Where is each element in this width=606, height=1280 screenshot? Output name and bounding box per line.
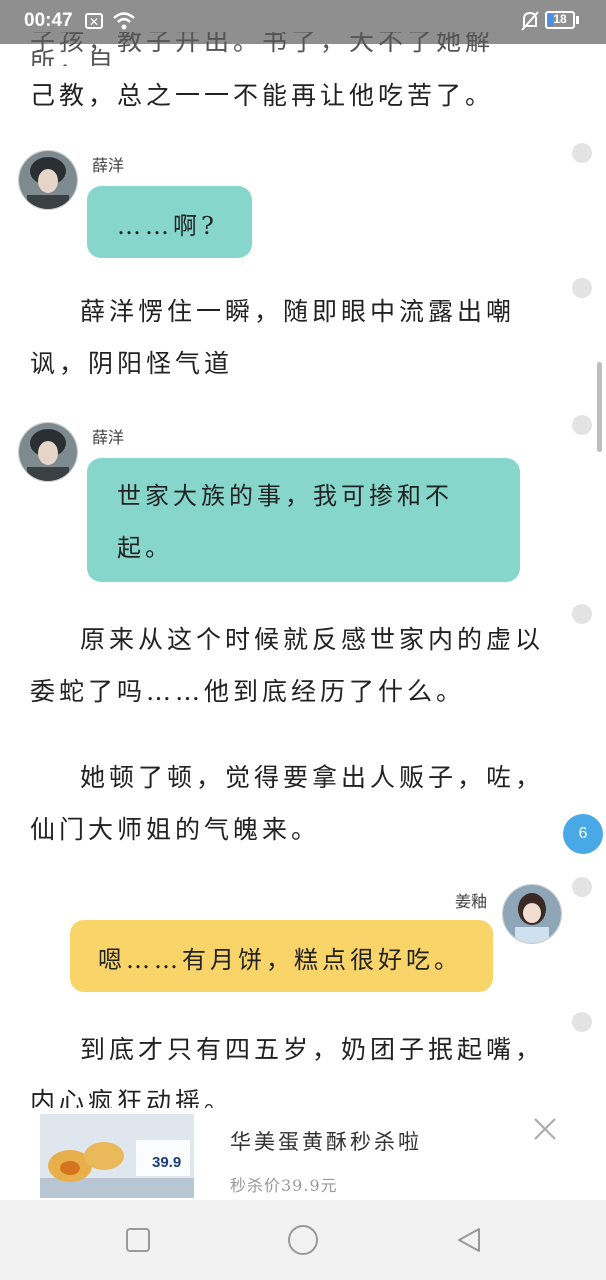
- page-badge[interactable]: 6: [563, 814, 603, 854]
- status-time: 00:47: [24, 10, 73, 31]
- avatar-image: [19, 423, 77, 481]
- message-3-bubble: 嗯……有月饼，糕点很好吃。: [70, 920, 493, 992]
- paragraph-0-line1: 子孩，教子开出。书了，大不了她解所，自: [30, 32, 495, 66]
- message-2-speaker: 薛洋: [92, 428, 125, 447]
- comment-dot[interactable]: [572, 278, 592, 298]
- message-2-text: 世家大族的事，我可掺和不起。: [117, 482, 453, 562]
- bell-muted-icon: [521, 11, 539, 31]
- message-1-speaker: 薛洋: [92, 156, 125, 175]
- message-3-speaker: 姜釉: [455, 892, 488, 911]
- notification-x-icon: ✕: [85, 13, 103, 29]
- home-icon[interactable]: [287, 1224, 319, 1256]
- avatar-image: [19, 151, 77, 209]
- paragraph-4: 到底才只有四五岁，奶团子抿起嘴，内心疯狂动摇。: [30, 1035, 545, 1108]
- ad-image[interactable]: 39.9: [40, 1114, 194, 1198]
- comment-dot[interactable]: [572, 877, 592, 897]
- avatar-jiangyou[interactable]: [502, 884, 562, 944]
- wifi-icon: [113, 12, 135, 30]
- ad-subtitle: 秒杀价39.9元: [230, 1176, 338, 1195]
- comment-dot[interactable]: [572, 415, 592, 435]
- recents-icon[interactable]: [125, 1227, 151, 1253]
- paragraph-0: 子孩，教子开出。书了，大不了她解所，自 己教，总之一一不能再让他吃苦了。: [30, 32, 550, 122]
- paragraph-1: 薛洋愣住一瞬，随即眼中流露出嘲讽，阴阳怪气道: [30, 297, 516, 378]
- scrollbar[interactable]: [597, 362, 602, 452]
- battery-level: 18: [553, 12, 567, 26]
- back-icon[interactable]: [455, 1226, 483, 1254]
- avatar-xueyang[interactable]: [18, 422, 78, 482]
- paragraph-0-line2: 己教，总之一一不能再让他吃苦了。: [30, 81, 495, 110]
- message-1-text: ……啊?: [117, 212, 218, 240]
- ad-image-price: 39.9: [152, 1154, 182, 1171]
- comment-dot[interactable]: [572, 143, 592, 163]
- ad-title[interactable]: 华美蛋黄酥秒杀啦: [230, 1126, 422, 1156]
- paragraph-3: 她顿了顿，觉得要拿出人贩子，咗，仙门大师姐的气魄来。: [30, 763, 545, 844]
- avatar-xueyang[interactable]: [18, 150, 78, 210]
- comment-dot[interactable]: [572, 1012, 592, 1032]
- message-2-bubble: 世家大族的事，我可掺和不起。: [87, 458, 520, 582]
- paragraph-2: 原来从这个时候就反感世家内的虚以委蛇了吗……他到底经历了什么。: [30, 625, 545, 706]
- battery-icon: 18: [545, 11, 575, 29]
- ad-banner[interactable]: 39.9 华美蛋黄酥秒杀啦 秒杀价39.9元: [0, 1108, 606, 1200]
- comment-dot[interactable]: [572, 604, 592, 624]
- navigation-bar: [0, 1200, 606, 1280]
- message-3-text: 嗯……有月饼，糕点很好吃。: [98, 946, 462, 974]
- close-icon[interactable]: [532, 1116, 558, 1142]
- avatar-image: [503, 885, 561, 943]
- message-1-bubble: ……啊?: [87, 186, 252, 258]
